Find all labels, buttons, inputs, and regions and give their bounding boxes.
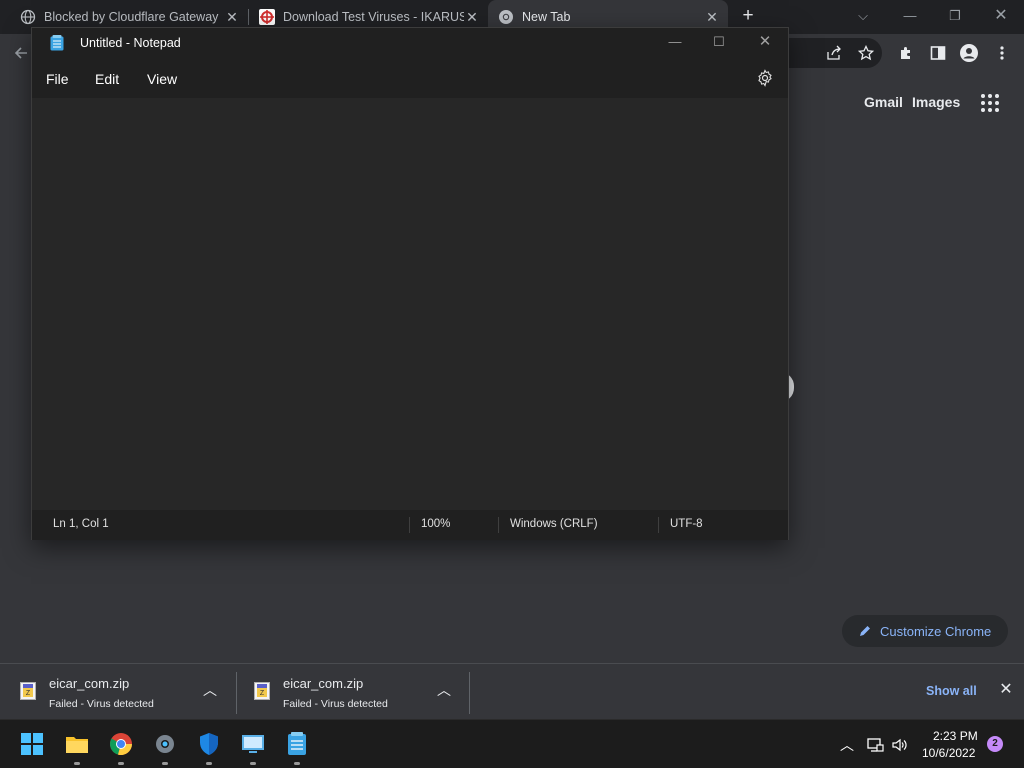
menu-edit[interactable]: Edit [95,71,119,87]
pencil-icon [860,626,870,636]
chrome-icon [499,10,513,24]
notepad-status-bar: Ln 1, Col 1 100% Windows (CRLF) UTF-8 [32,510,788,540]
download-item[interactable]: Z eicar_com.zip Failed - Virus detected … [234,664,468,720]
chrome-icon[interactable] [109,732,133,756]
tab-title: Blocked by Cloudflare Gateway [44,10,219,24]
cursor-position: Ln 1, Col 1 [53,518,109,530]
profile-icon[interactable] [958,42,980,64]
running-indicator [162,762,168,765]
close-window-icon[interactable]: ✕ [986,4,1016,28]
running-indicator [294,762,300,765]
windows-taskbar: ︿ 2:23 PM 10/6/2022 2 [0,719,1024,768]
running-indicator [250,762,256,765]
notepad-title: Untitled - Notepad [80,36,181,50]
download-shelf: Z eicar_com.zip Failed - Virus detected … [0,663,1024,719]
network-icon[interactable] [866,736,884,754]
menu-icon[interactable] [991,42,1013,64]
menu-file[interactable]: File [46,71,69,87]
close-tab-icon[interactable]: ✕ [224,9,240,25]
chevron-up-icon[interactable]: ︿ [838,736,856,754]
minimize-icon[interactable]: — [895,4,925,28]
chevron-up-icon[interactable]: ︿ [203,683,217,697]
zip-file-icon: Z [20,682,36,700]
notepad-maximize-icon[interactable]: ☐ [705,32,733,52]
notepad-menubar: File Edit View [32,58,788,98]
notepad-icon[interactable] [285,732,309,756]
zoom-level: 100% [421,518,451,530]
running-indicator [118,762,124,765]
line-ending: Windows (CRLF) [510,518,598,530]
svg-text:Z: Z [260,690,265,697]
encoding: UTF-8 [670,518,703,530]
start-icon[interactable] [20,732,44,756]
customize-chrome-button[interactable]: Customize Chrome [842,615,1008,647]
customize-label: Customize Chrome [880,623,992,639]
running-indicator [206,762,212,765]
download-divider [469,672,470,714]
download-status: Failed - Virus detected [283,698,388,710]
close-shelf-icon[interactable]: ✕ [998,682,1014,698]
ikarus-icon [259,9,275,25]
notepad-window: Untitled - Notepad — ☐ ✕ File Edit View … [31,27,789,540]
notepad-minimize-icon[interactable]: — [661,32,689,52]
status-divider [498,517,499,533]
clock-time[interactable]: 2:23 PM [933,729,978,743]
share-icon[interactable] [823,42,845,64]
restore-icon[interactable]: ❐ [940,4,970,28]
tab-title: Download Test Viruses - IKARUS [283,10,468,24]
status-divider [658,517,659,533]
google-apps-icon[interactable] [981,94,999,112]
show-all-downloads-link[interactable]: Show all [926,684,977,698]
notification-badge[interactable]: 2 [987,736,1003,752]
notepad-titlebar[interactable]: Untitled - Notepad — ☐ ✕ [32,28,788,58]
close-tab-icon[interactable]: ✕ [464,9,480,25]
windows-security-icon[interactable] [197,732,221,756]
tab-search-icon[interactable]: ⌵ [848,4,878,28]
download-item[interactable]: Z eicar_com.zip Failed - Virus detected … [0,664,234,720]
menu-view[interactable]: View [147,71,177,87]
settings-gear-icon[interactable] [756,69,774,87]
zip-file-icon: Z [254,682,270,700]
images-link[interactable]: Images [912,94,960,110]
notepad-close-icon[interactable]: ✕ [751,32,779,52]
extensions-icon[interactable] [895,42,917,64]
notepad-text-area[interactable] [32,98,788,508]
download-status: Failed - Virus detected [49,698,154,710]
tab-title: New Tab [522,10,571,24]
bookmark-star-icon[interactable] [855,42,877,64]
globe-icon [20,9,36,25]
gmail-link[interactable]: Gmail [864,94,903,110]
file-explorer-icon[interactable] [65,732,89,756]
volume-icon[interactable] [891,736,909,754]
remote-desktop-icon[interactable] [241,732,265,756]
clock-date[interactable]: 10/6/2022 [922,746,975,760]
settings-icon[interactable] [153,732,177,756]
status-divider [409,517,410,533]
download-filename: eicar_com.zip [49,676,130,691]
back-icon[interactable] [10,42,32,64]
notepad-icon [50,35,64,51]
side-panel-icon[interactable] [927,42,949,64]
new-tab-button[interactable]: + [738,6,758,26]
chevron-up-icon[interactable]: ︿ [437,683,451,697]
download-filename: eicar_com.zip [283,676,364,691]
running-indicator [74,762,80,765]
svg-text:Z: Z [26,690,31,697]
close-tab-icon[interactable]: ✕ [704,9,720,25]
